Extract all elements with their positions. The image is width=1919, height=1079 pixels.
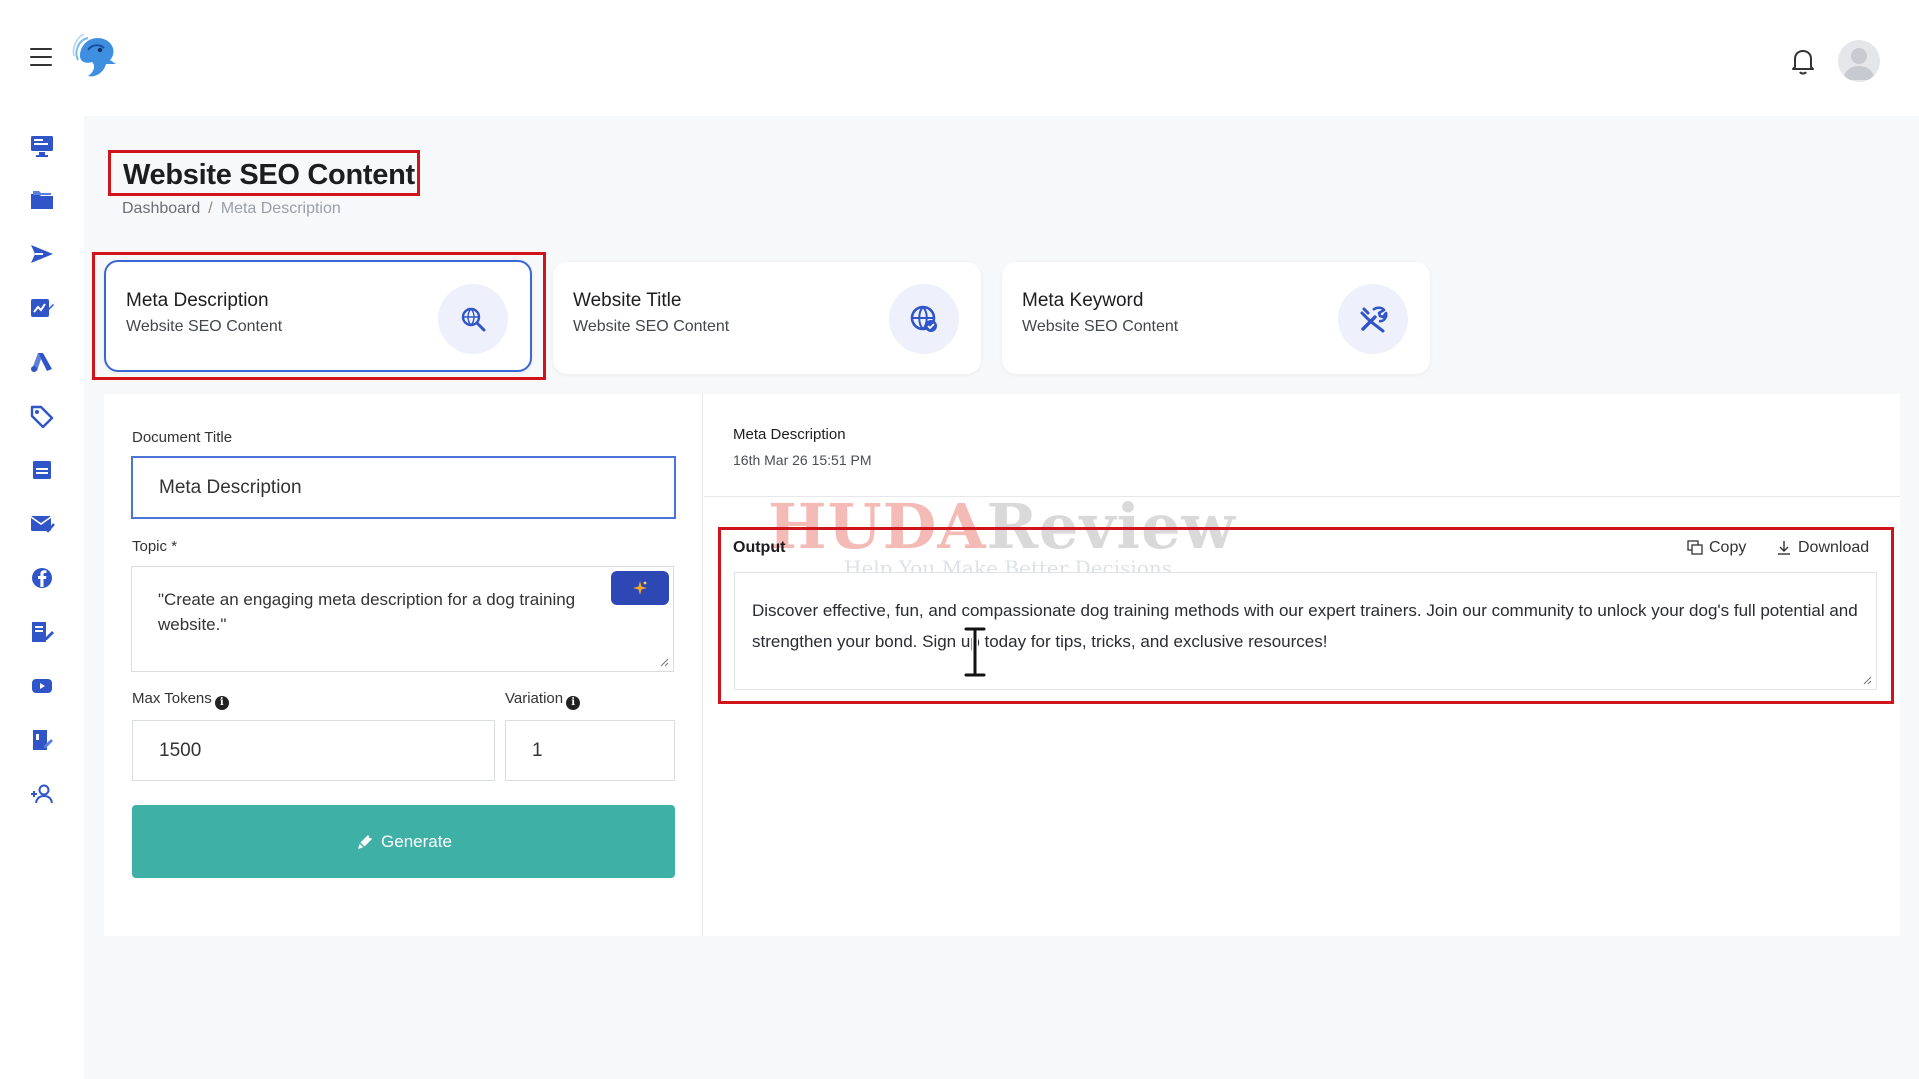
- sidebar-item-monitor[interactable]: [28, 132, 56, 160]
- resize-grip-icon[interactable]: [659, 657, 669, 667]
- bird-logo-icon[interactable]: [70, 30, 120, 82]
- breadcrumb-current: Meta Description: [220, 200, 341, 217]
- copy-button[interactable]: Copy: [1687, 539, 1746, 557]
- sidebar: [0, 116, 84, 1079]
- download-icon: [1778, 541, 1790, 555]
- card-meta-keyword[interactable]: Meta Keyword Website SEO Content: [1002, 262, 1430, 374]
- generate-label: Generate: [381, 831, 452, 851]
- card-subtitle: Website SEO Content: [1022, 318, 1179, 335]
- output-label: Output: [733, 539, 786, 556]
- youtube-icon: [32, 679, 52, 693]
- result-separator: [704, 496, 1900, 497]
- card-title: Meta Keyword: [1022, 290, 1144, 311]
- sidebar-item-edit-chart[interactable]: [28, 294, 56, 322]
- send-icon: [31, 245, 53, 263]
- sidebar-item-mail[interactable]: [28, 510, 56, 538]
- resize-grip-icon[interactable]: [1862, 675, 1872, 685]
- sidebar-item-tag[interactable]: [28, 402, 56, 430]
- mail-check-icon: [30, 516, 55, 533]
- sidebar-item-folder[interactable]: [28, 186, 56, 214]
- tools-icon: [1338, 284, 1408, 354]
- sidebar-item-server[interactable]: [28, 456, 56, 484]
- hamburger-icon[interactable]: [30, 48, 52, 66]
- card-subtitle: Website SEO Content: [573, 318, 730, 335]
- document-title-label: Document Title: [132, 429, 233, 446]
- document-edit-icon: [32, 622, 54, 642]
- sidebar-item-ads[interactable]: [28, 348, 56, 376]
- copy-icon: [1687, 540, 1703, 555]
- max-tokens-input[interactable]: 1500: [132, 720, 495, 781]
- server-icon: [33, 461, 51, 479]
- output-textarea[interactable]: Discover effective, fun, and compassiona…: [734, 572, 1877, 690]
- result-date: 16th Mar 26 15:51 PM: [733, 452, 872, 468]
- book-edit-icon: [33, 730, 53, 750]
- top-bar: [0, 0, 1919, 116]
- sidebar-item-add-user[interactable]: [28, 780, 56, 808]
- info-icon[interactable]: i: [214, 695, 229, 710]
- card-title: Website Title: [573, 290, 682, 311]
- ads-icon: [31, 353, 52, 372]
- monitor-icon: [31, 136, 53, 157]
- sidebar-item-send[interactable]: [28, 240, 56, 268]
- max-tokens-label: Max Tokens i: [132, 690, 229, 710]
- topic-label: Topic *: [132, 538, 177, 555]
- variation-input[interactable]: 1: [505, 720, 675, 781]
- page-title: Website SEO Content: [108, 150, 420, 196]
- card-title: Meta Description: [126, 290, 269, 311]
- download-label: Download: [1798, 539, 1870, 556]
- topic-label-text: Topic: [132, 538, 168, 555]
- globe-check-icon: [889, 284, 959, 354]
- card-subtitle: Website SEO Content: [126, 318, 283, 335]
- panel-divider: [702, 394, 703, 936]
- sidebar-item-youtube[interactable]: [28, 672, 56, 700]
- search-globe-icon: [438, 284, 508, 354]
- sidebar-item-document[interactable]: [28, 618, 56, 646]
- breadcrumb-home[interactable]: Dashboard: [122, 200, 200, 217]
- text-cursor-icon: [958, 626, 992, 678]
- user-avatar-icon[interactable]: [1838, 40, 1880, 82]
- variation-label: Variation i: [505, 690, 581, 710]
- sidebar-item-facebook[interactable]: [28, 564, 56, 592]
- download-button[interactable]: Download: [1776, 539, 1869, 557]
- breadcrumb-separator: /: [208, 200, 213, 217]
- document-title-input[interactable]: Meta Description: [131, 456, 676, 519]
- card-website-title[interactable]: Website Title Website SEO Content: [553, 262, 981, 374]
- copy-label: Copy: [1709, 539, 1747, 556]
- result-title: Meta Description: [733, 426, 846, 443]
- generate-button[interactable]: Generate: [132, 805, 675, 878]
- sidebar-item-book[interactable]: [28, 726, 56, 754]
- pen-icon: [358, 834, 373, 849]
- variation-label-text: Variation: [505, 690, 564, 707]
- topic-textarea[interactable]: "Create an engaging meta description for…: [131, 566, 674, 672]
- required-mark: *: [171, 538, 178, 555]
- tag-icon: [30, 405, 54, 428]
- card-meta-description[interactable]: Meta Description Website SEO Content: [104, 260, 532, 372]
- add-user-icon: [31, 784, 53, 804]
- ai-enhance-button[interactable]: [611, 571, 669, 605]
- edit-chart-icon: [31, 299, 54, 317]
- sparkle-icon: [633, 581, 647, 595]
- facebook-icon: [32, 568, 52, 588]
- bell-icon[interactable]: [1790, 46, 1816, 76]
- topic-text: "Create an engaging meta description for…: [158, 590, 576, 634]
- info-icon[interactable]: i: [566, 695, 581, 710]
- output-text: Discover effective, fun, and compassiona…: [752, 601, 1858, 651]
- max-tokens-label-text: Max Tokens: [132, 690, 212, 707]
- folder-icon: [31, 191, 53, 209]
- breadcrumb: Dashboard / Meta Description: [122, 200, 341, 218]
